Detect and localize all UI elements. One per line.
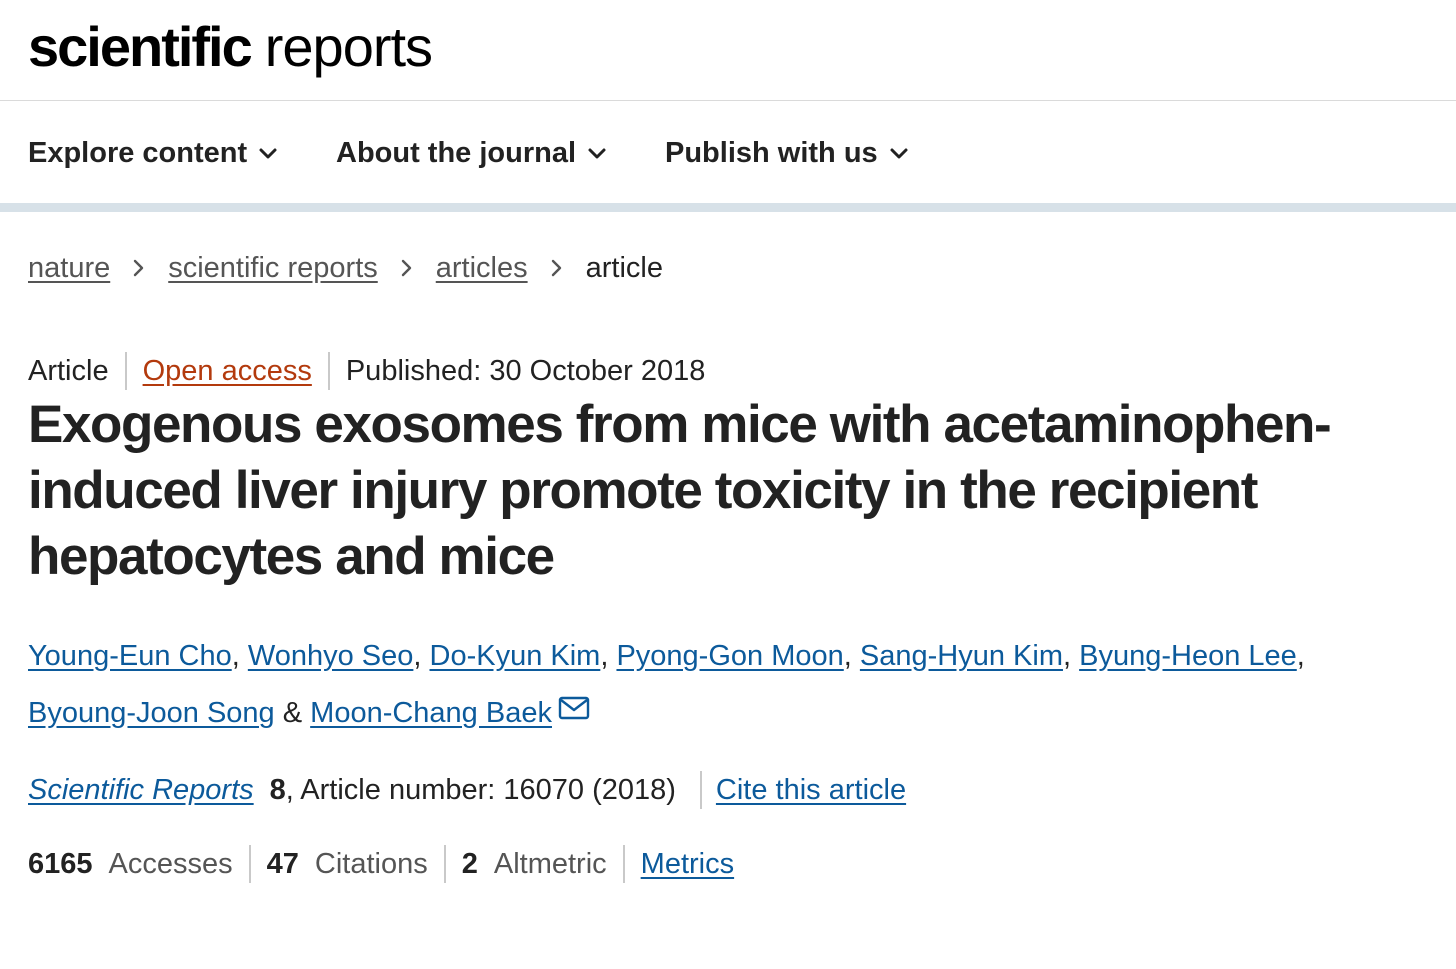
author-link[interactable]: Wonhyo Seo	[248, 640, 414, 672]
author-link[interactable]: Do-Kyun Kim	[430, 640, 601, 672]
cropped-heading-glyph	[28, 955, 88, 969]
author-separator: ,	[600, 640, 609, 672]
author-link[interactable]: Byung-Heon Lee	[1079, 640, 1297, 672]
nav-divider	[0, 203, 1456, 212]
author-link[interactable]: Young-Eun Cho	[28, 640, 232, 672]
author-list: Young-Eun Cho, Wonhyo Seo, Do-Kyun Kim, …	[28, 628, 1428, 742]
metrics-divider	[443, 845, 446, 883]
altmetric-label: Altmetric	[493, 847, 607, 880]
chevron-down-icon	[890, 148, 908, 159]
article-page: scientific reports Explore content About …	[0, 0, 1456, 969]
metrics-link[interactable]: Metrics	[641, 848, 734, 881]
volume-number: 8	[269, 773, 286, 806]
author-link[interactable]: Pyong-Gon Moon	[616, 640, 843, 672]
author-link[interactable]: Sang-Hyun Kim	[860, 640, 1063, 672]
altmetric-count: 2	[461, 847, 478, 880]
citation-divider	[699, 771, 702, 809]
breadcrumb-scientific-reports[interactable]: scientific reports	[168, 252, 378, 285]
chevron-right-icon	[551, 259, 561, 277]
site-header: scientific reports	[0, 0, 1456, 101]
chevron-right-icon	[401, 259, 411, 277]
meta-divider	[124, 352, 127, 390]
citation-line: Scientific Reports 8 , Article number: 1…	[28, 770, 906, 810]
author-separator: ,	[231, 640, 240, 672]
article-type: Article	[28, 354, 109, 387]
nav-label: Publish with us	[665, 136, 878, 169]
journal-link[interactable]: Scientific Reports	[28, 774, 254, 807]
logo-word-bold: scientific	[28, 15, 253, 78]
accesses-label: Accesses	[108, 847, 233, 880]
breadcrumb-articles[interactable]: articles	[436, 252, 528, 285]
logo-word-light: reports	[264, 15, 433, 78]
nav-label: About the journal	[336, 136, 577, 169]
article-title: Exogenous exosomes from mice with acetam…	[28, 395, 1332, 586]
breadcrumb-current: article	[585, 251, 663, 284]
article-number: , Article number: 16070 (2018)	[285, 773, 676, 806]
main-nav: Explore content About the journal Publis…	[0, 101, 1456, 203]
chevron-right-icon	[134, 259, 144, 277]
accesses-count: 6165	[28, 847, 93, 880]
author-separator: ,	[1296, 640, 1305, 672]
citations-count: 47	[266, 847, 299, 880]
citations-label: Citations	[314, 847, 428, 880]
author-separator: ,	[413, 640, 422, 672]
mail-icon[interactable]	[558, 696, 590, 720]
chevron-down-icon	[588, 148, 606, 159]
nav-about-journal[interactable]: About the journal	[336, 135, 608, 171]
published-date: Published: 30 October 2018	[345, 354, 706, 387]
nav-publish-with-us[interactable]: Publish with us	[665, 135, 910, 171]
journal-logo[interactable]: scientific reports	[28, 14, 433, 80]
cropped-section-heading	[28, 955, 88, 969]
metrics-divider	[622, 845, 625, 883]
meta-divider	[327, 352, 330, 390]
nav-label: Explore content	[28, 136, 248, 169]
nav-explore-content[interactable]: Explore content	[28, 135, 279, 171]
cite-this-article-link[interactable]: Cite this article	[716, 774, 906, 807]
author-separator: ,	[843, 640, 852, 672]
metrics-line: 6165 Accesses 47 Citations 2 Altmetric M…	[28, 844, 734, 884]
article-meta: Article Open access Published: 30 Octobe…	[28, 352, 705, 390]
open-access-link[interactable]: Open access	[143, 355, 312, 388]
corresponding-author-link[interactable]: Moon-Chang Baek	[310, 697, 552, 729]
breadcrumb: nature scientific reports articles artic…	[28, 250, 663, 286]
author-separator: ,	[1062, 640, 1072, 672]
chevron-down-icon	[259, 148, 277, 159]
author-separator: &	[274, 697, 311, 729]
author-link[interactable]: Byoung-Joon Song	[28, 697, 275, 729]
breadcrumb-nature[interactable]: nature	[28, 252, 110, 285]
metrics-divider	[248, 845, 251, 883]
